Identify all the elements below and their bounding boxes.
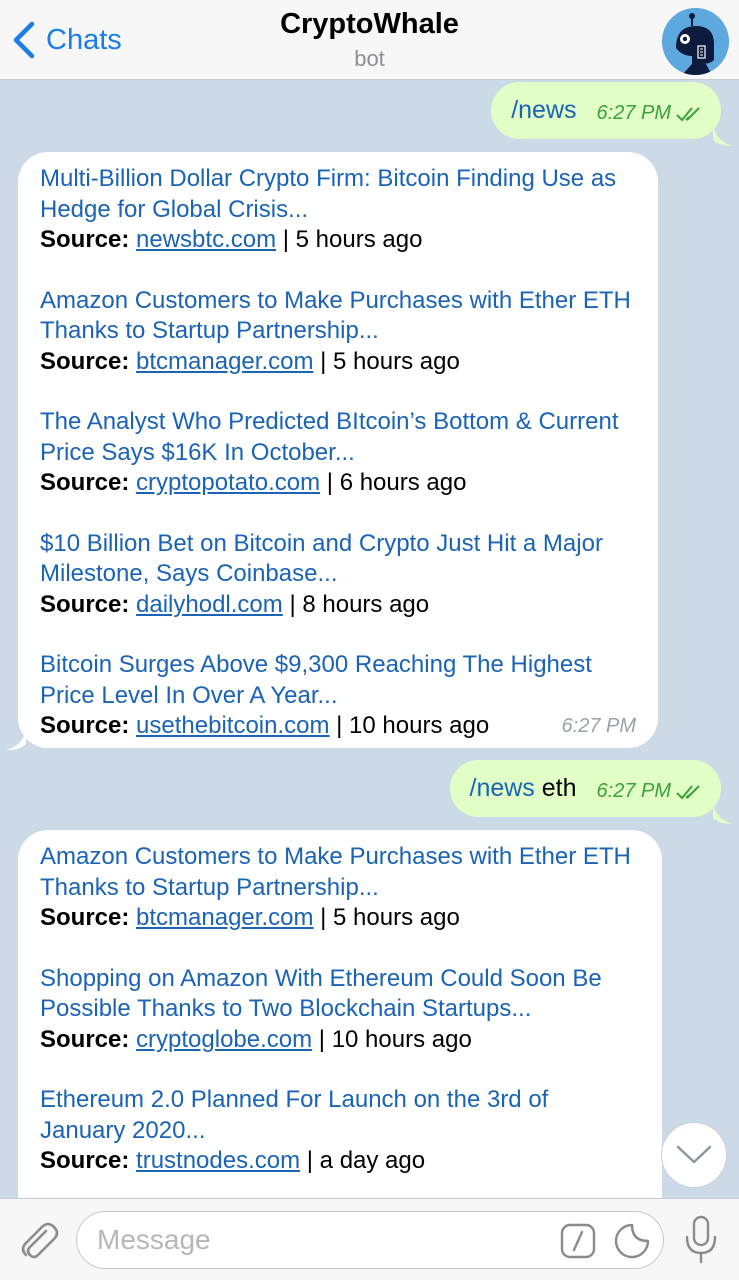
source-link[interactable]: dailyhodl.com: [136, 591, 283, 618]
message-meta: 6:27 PM: [597, 102, 703, 125]
message-input[interactable]: [97, 1220, 557, 1260]
news-age: | 10 hours ago: [329, 712, 490, 739]
news-item: Shopping on Amazon With Ethereum Could S…: [40, 964, 640, 1056]
command-argument: eth: [534, 774, 577, 802]
bot-command-link[interactable]: /news: [511, 96, 576, 124]
paperclip-icon[interactable]: [14, 1217, 62, 1265]
message-text: /news eth: [470, 774, 577, 803]
message-time: 6:27 PM: [596, 780, 671, 802]
chat-title[interactable]: CryptoWhale: [0, 8, 739, 41]
message-meta: 6:27 PM: [597, 780, 703, 803]
incoming-message[interactable]: Multi-Billion Dollar Crypto Firm: Bitcoi…: [18, 152, 658, 748]
news-title-link[interactable]: Bitcoin Surges Above $9,300 Reaching The…: [40, 650, 636, 711]
message-box: [76, 1211, 664, 1269]
news-item: Amazon Customers to Make Purchases with …: [40, 842, 640, 934]
news-title-link[interactable]: Shopping on Amazon With Ethereum Could S…: [40, 964, 640, 1025]
message-list[interactable]: /news 6:27 PM Multi-Billion Dollar Crypt…: [0, 80, 739, 1198]
news-source-line: Source: dailyhodl.com | 8 hours ago: [40, 590, 636, 621]
source-link[interactable]: trustnodes.com: [136, 1147, 300, 1174]
source-link[interactable]: btcmanager.com: [136, 904, 313, 931]
source-link[interactable]: btcmanager.com: [136, 348, 313, 375]
bubble-tail: [713, 804, 733, 824]
news-source-line: Source: trustnodes.com | a day ago: [40, 1146, 640, 1177]
news-title-link[interactable]: Ethereum 2.0 Planned For Launch on the 3…: [40, 1085, 640, 1146]
news-item: Multi-Billion Dollar Crypto Firm: Bitcoi…: [40, 164, 636, 256]
sticker-icon[interactable]: [613, 1222, 651, 1260]
bubble-tail: [713, 126, 733, 146]
news-item: Amazon Customers to Make Purchases with …: [40, 286, 636, 378]
source-label: Source:: [40, 904, 130, 931]
news-title-link[interactable]: Amazon Customers to Make Purchases with …: [40, 286, 636, 347]
chat-subtitle: bot: [354, 46, 385, 71]
source-link[interactable]: cryptoglobe.com: [136, 1026, 312, 1053]
news-source-line: Source: newsbtc.com | 5 hours ago: [40, 225, 636, 256]
news-age: | 5 hours ago: [276, 226, 423, 253]
news-source-line: Source: cryptopotato.com | 6 hours ago: [40, 468, 636, 499]
outgoing-message[interactable]: /news 6:27 PM: [491, 82, 721, 139]
message-time: 6:27 PM: [561, 715, 636, 737]
source-label: Source:: [40, 590, 130, 618]
source-label: Source:: [40, 712, 130, 739]
news-age: | 5 hours ago: [313, 904, 460, 931]
double-check-icon: [676, 784, 700, 799]
double-check-icon: [676, 106, 700, 121]
news-title-link[interactable]: $10 Billion Bet on Bitcoin and Crypto Ju…: [40, 529, 636, 590]
slash-command-icon[interactable]: [560, 1223, 596, 1259]
chat-header: Chats CryptoWhale bot: [0, 0, 739, 80]
news-source-line: Source: btcmanager.com | 5 hours ago: [40, 347, 636, 378]
news-source-line: Source: btcmanager.com | 5 hours ago: [40, 903, 640, 934]
source-label: Source:: [40, 347, 130, 375]
news-title-link[interactable]: The Analyst Who Predicted BItcoin’s Bott…: [40, 407, 636, 468]
chevron-down-icon: [676, 1145, 712, 1164]
microphone-icon[interactable]: [682, 1215, 720, 1265]
outgoing-message[interactable]: /news eth 6:27 PM: [449, 760, 721, 817]
robot-avatar-icon: [662, 8, 729, 75]
message-time: 6:27 PM: [596, 102, 671, 124]
news-item: Ethereum 2.0 Planned For Launch on the 3…: [40, 1085, 640, 1177]
news-item: $10 Billion Bet on Bitcoin and Crypto Ju…: [40, 529, 636, 621]
news-age: | 6 hours ago: [320, 469, 467, 496]
news-title-link[interactable]: Multi-Billion Dollar Crypto Firm: Bitcoi…: [40, 164, 636, 225]
news-item: The Analyst Who Predicted BItcoin’s Bott…: [40, 407, 636, 499]
news-age: | a day ago: [300, 1147, 426, 1174]
source-link[interactable]: usethebitcoin.com: [136, 712, 329, 739]
source-link[interactable]: newsbtc.com: [136, 226, 276, 253]
message-input-bar: [0, 1198, 739, 1280]
news-item: Bitcoin Surges Above $9,300 Reaching The…: [40, 650, 636, 742]
message-text: /news: [511, 96, 576, 125]
news-age: | 8 hours ago: [282, 590, 430, 618]
scroll-to-bottom-button[interactable]: [661, 1122, 727, 1188]
bot-command-link[interactable]: /news: [470, 774, 535, 802]
bubble-tail: [6, 730, 26, 750]
bot-avatar[interactable]: [662, 8, 729, 75]
incoming-message[interactable]: Amazon Customers to Make Purchases with …: [18, 830, 662, 1198]
source-label: Source:: [40, 226, 130, 253]
news-source-line: Source: cryptoglobe.com | 10 hours ago: [40, 1025, 640, 1056]
news-source-line: Source: usethebitcoin.com | 10 hours ago: [40, 711, 636, 742]
source-link[interactable]: cryptopotato.com: [136, 469, 320, 496]
source-label: Source:: [40, 1025, 130, 1053]
news-age: | 5 hours ago: [313, 347, 460, 375]
news-age: | 10 hours ago: [312, 1025, 472, 1053]
source-label: Source:: [40, 469, 130, 496]
source-label: Source:: [40, 1147, 130, 1174]
news-title-link[interactable]: Amazon Customers to Make Purchases with …: [40, 842, 640, 903]
